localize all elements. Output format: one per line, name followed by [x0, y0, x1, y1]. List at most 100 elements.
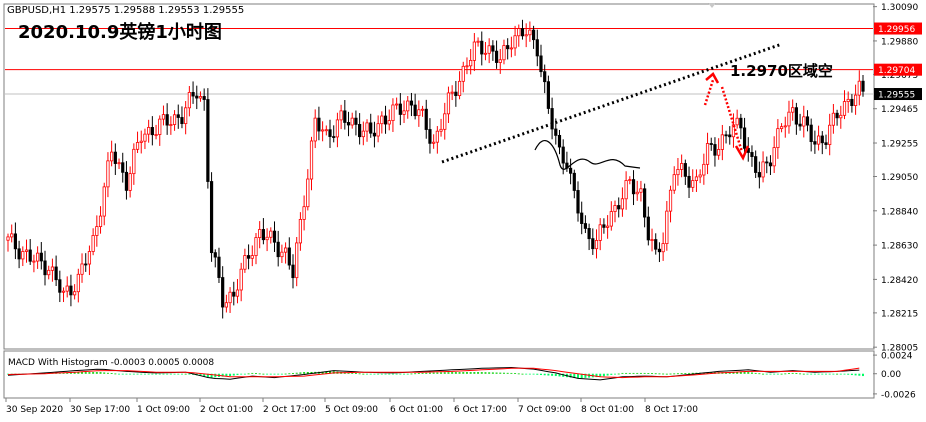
candle-body	[517, 28, 521, 37]
candle-body	[143, 133, 147, 142]
macd-histogram-bar	[229, 373, 232, 377]
macd-histogram-bar	[547, 373, 550, 376]
candle-body	[261, 229, 265, 241]
macd-histogram-bar	[284, 373, 287, 375]
candle-body	[594, 240, 599, 250]
candle-body	[853, 94, 858, 106]
candle-body	[417, 109, 421, 117]
x-tick-label: 6 Oct 01:00	[390, 405, 443, 415]
macd-histogram-bar	[802, 373, 805, 375]
candle-body	[483, 52, 488, 55]
candle-body	[13, 233, 18, 250]
candle-body	[620, 198, 625, 210]
macd-histogram-bar	[628, 372, 631, 374]
macd-histogram-bar	[577, 373, 579, 379]
macd-histogram-bar	[458, 372, 461, 374]
macd-histogram-bar	[495, 372, 498, 374]
candle-body	[117, 162, 121, 165]
candle-body	[47, 269, 51, 276]
candle-body	[180, 117, 184, 125]
candle-body	[728, 134, 732, 138]
candle-body	[176, 114, 180, 118]
candle-body	[639, 188, 643, 193]
macd-histogram-bar	[440, 372, 443, 374]
macd-histogram-bar	[862, 373, 864, 377]
candle-body	[298, 219, 303, 244]
candle-body	[742, 127, 747, 149]
macd-histogram-bar	[469, 372, 472, 374]
macd-histogram-bar	[750, 372, 753, 374]
macd-histogram-bar	[514, 373, 517, 375]
macd-histogram-bar	[643, 372, 646, 374]
candle-body	[631, 179, 636, 195]
x-tick-label: 2 Oct 01:00	[200, 405, 253, 415]
macd-histogram-bar	[739, 372, 742, 374]
macd-histogram-bar	[747, 372, 750, 374]
candle-body	[217, 256, 221, 278]
candle-body	[165, 114, 169, 126]
candle-body	[36, 252, 40, 262]
candle-body	[683, 163, 687, 177]
macd-histogram-bar	[532, 373, 535, 375]
candle-body	[276, 241, 280, 258]
candle-body	[794, 107, 798, 125]
candle-body	[235, 289, 240, 297]
candle-body	[661, 243, 665, 253]
y-tick-label: 1.30090	[881, 3, 918, 13]
candle-body	[609, 211, 613, 227]
x-tick-label: 30 Sep 2020	[6, 405, 63, 415]
x-tick-label: 8 Oct 01:00	[581, 405, 634, 415]
candle-body	[591, 238, 595, 250]
candle-body	[798, 123, 802, 127]
macd-histogram-bar	[269, 373, 272, 375]
candle-body	[135, 142, 140, 150]
candle-body	[465, 65, 469, 68]
x-tick-label: 6 Oct 17:00	[454, 405, 507, 415]
macd-histogram-bar	[636, 372, 639, 374]
candle-body	[95, 226, 99, 236]
candle-body	[531, 29, 536, 41]
candle[interactable]	[546, 75, 550, 114]
candle-body	[587, 228, 591, 240]
candle[interactable]	[206, 88, 210, 189]
forex-chart-window[interactable]: 1.300901.298801.296751.294651.292551.290…	[0, 0, 926, 422]
macd-histogram-bar	[828, 373, 831, 375]
candle-body	[158, 118, 162, 135]
candle-body	[572, 172, 576, 191]
macd-histogram-bar	[506, 372, 509, 374]
x-tick-label: 7 Oct 09:00	[518, 405, 571, 415]
macd-histogram-bar	[410, 373, 413, 375]
candle-body	[454, 91, 458, 97]
macd-histogram-bar	[292, 373, 294, 374]
y-tick-label: 1.29255	[881, 140, 918, 150]
candle-body	[380, 115, 384, 125]
macd-histogram-bar	[743, 372, 746, 374]
candle-body	[258, 229, 262, 238]
macd-histogram-bar	[354, 373, 357, 374]
candle-body	[713, 144, 717, 156]
candle-body	[457, 80, 462, 97]
macd-histogram-bar	[414, 373, 417, 375]
macd-histogram-bar	[380, 373, 383, 375]
candle-body	[705, 143, 710, 165]
candle-body	[809, 124, 813, 143]
macd-histogram-bar	[118, 373, 121, 375]
macd-histogram-bar	[543, 373, 546, 376]
candle-body	[805, 116, 810, 126]
candle-body	[672, 174, 676, 191]
short-zone-annotation: 1.2970区域空	[730, 62, 833, 80]
candle-body	[494, 50, 499, 63]
candle-body	[291, 264, 295, 279]
candle-body	[861, 80, 865, 92]
candle-body	[557, 134, 562, 148]
candle-body	[209, 181, 214, 254]
macd-histogram-bar	[247, 373, 250, 375]
candle-body	[306, 178, 310, 208]
macd-histogram-bar	[121, 373, 124, 375]
macd-histogram-bar	[129, 373, 132, 375]
candle-body	[302, 206, 306, 220]
macd-histogram-bar	[465, 372, 468, 374]
candle[interactable]	[209, 172, 214, 262]
macd-histogram-bar	[288, 373, 291, 375]
macd-histogram-bar	[377, 373, 380, 375]
